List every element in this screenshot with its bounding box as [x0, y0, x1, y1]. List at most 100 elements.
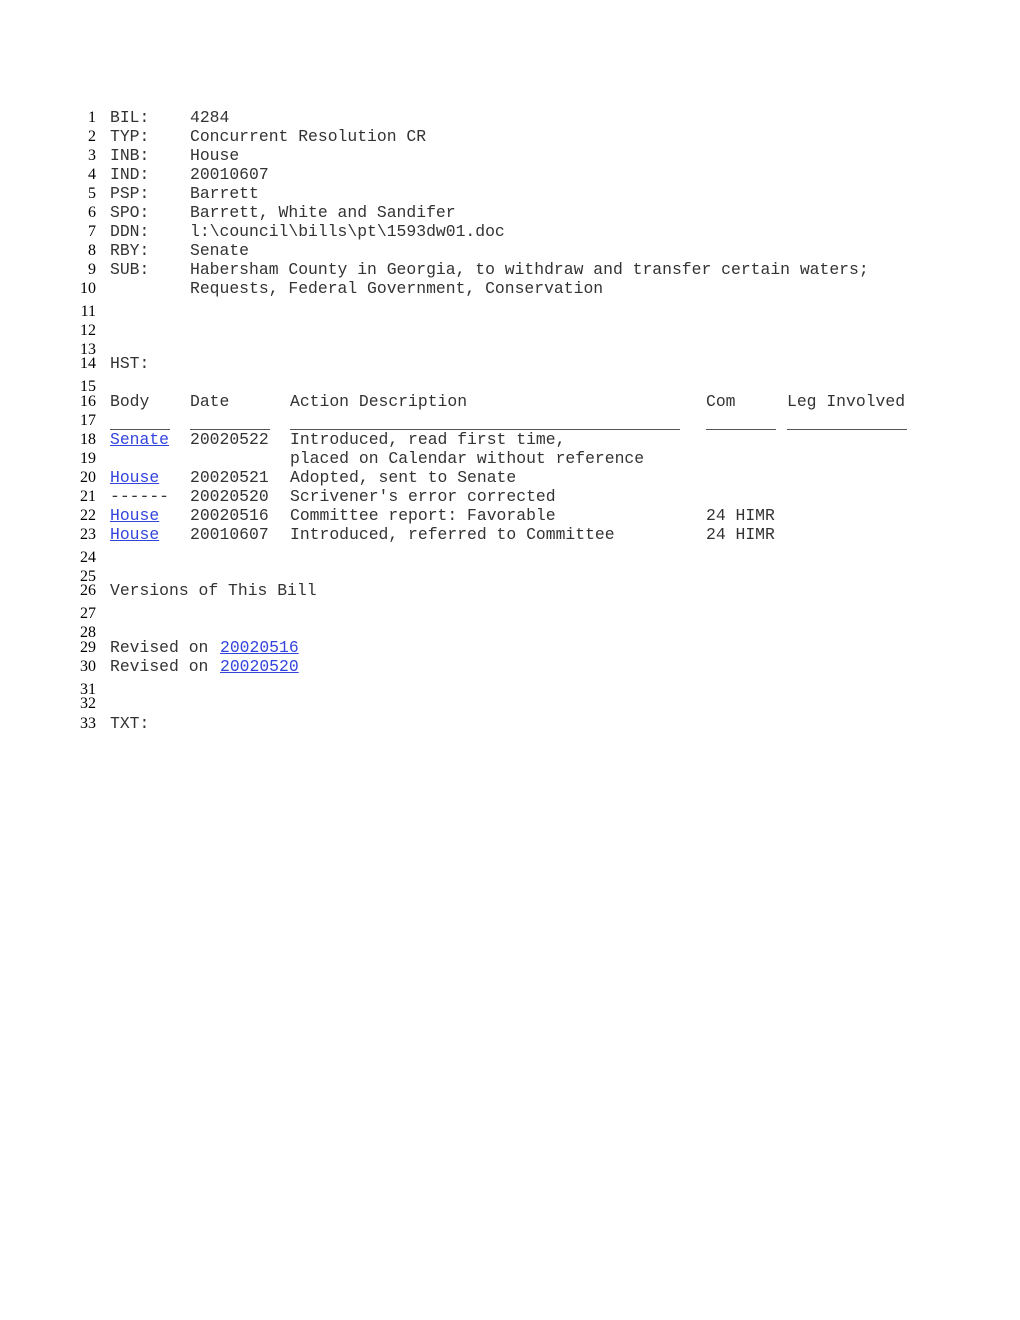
- history-header-rules: 17: [0, 411, 1020, 430]
- line-number: 18: [80, 431, 96, 448]
- row-committee: 24 HIMR: [706, 525, 775, 544]
- row-date: 20020516: [190, 506, 269, 525]
- row-committee: 24 HIMR: [706, 506, 775, 525]
- field-value: House: [190, 146, 240, 165]
- history-row: 21 ------ 20020520 Scrivener's error cor…: [0, 487, 1020, 506]
- line-number: 5: [88, 185, 96, 202]
- line-number: 29: [80, 639, 96, 656]
- field-key: DDN:: [110, 222, 150, 241]
- column-header-leg: Leg Involved: [787, 392, 906, 411]
- version-link[interactable]: 20020520: [220, 657, 299, 676]
- versions-title: Versions of This Bill: [110, 581, 317, 600]
- field-rby: 8 RBY: Senate: [0, 241, 1020, 260]
- history-row: 19 placed on Calendar without reference: [0, 449, 1020, 468]
- line-number: 8: [88, 242, 96, 259]
- field-key: INB:: [110, 146, 150, 165]
- field-key: IND:: [110, 165, 150, 184]
- line-number: 16: [80, 393, 96, 410]
- field-key: TYP:: [110, 127, 150, 146]
- text-section-label: TXT:: [110, 714, 150, 733]
- line-number: 19: [80, 450, 96, 467]
- line-number: 23: [80, 526, 96, 543]
- field-typ: 2 TYP: Concurrent Resolution CR: [0, 127, 1020, 146]
- line-number: 32: [80, 695, 96, 712]
- field-spo: 6 SPO: Barrett, White and Sandifer: [0, 203, 1020, 222]
- field-sub-continued: 10 Requests, Federal Government, Conserv…: [0, 279, 1020, 298]
- line-number: 12: [80, 322, 96, 339]
- history-row: 18 Senate 20020522 Introduced, read firs…: [0, 430, 1020, 449]
- field-value: Requests, Federal Government, Conservati…: [190, 279, 604, 298]
- row-body: ------: [110, 487, 170, 506]
- line-number: 2: [88, 128, 96, 145]
- line-number: 14: [80, 355, 96, 372]
- line-number: 20: [80, 469, 96, 486]
- line-number: 3: [88, 147, 96, 164]
- version-prefix: Revised on: [110, 657, 209, 676]
- line-number: 21: [80, 488, 96, 505]
- body-link-house[interactable]: House: [110, 506, 159, 525]
- row-action: Introduced, read first time,: [290, 430, 566, 449]
- line-number: 7: [88, 223, 96, 240]
- field-ind: 4 IND: 20010607: [0, 165, 1020, 184]
- field-bil: 1 BIL: 4284: [0, 108, 1020, 127]
- field-sub: 9 SUB: Habersham County in Georgia, to w…: [0, 260, 1020, 279]
- field-key: PSP:: [110, 184, 150, 203]
- field-inb: 3 INB: House: [0, 146, 1020, 165]
- line-number: 22: [80, 507, 96, 524]
- field-value: Concurrent Resolution CR: [190, 127, 427, 146]
- line-number: 10: [80, 280, 96, 297]
- column-header-date: Date: [190, 392, 230, 411]
- history-row: 22 House 20020516 Committee report: Favo…: [0, 506, 1020, 525]
- line-number: 27: [80, 605, 96, 622]
- history-row: 23 House 20010607 Introduced, referred t…: [0, 525, 1020, 544]
- body-link-house[interactable]: House: [110, 525, 159, 544]
- field-key: BIL:: [110, 108, 150, 127]
- field-value: l:\council\bills\pt\1593dw01.doc: [190, 222, 505, 241]
- row-action: placed on Calendar without reference: [290, 449, 645, 468]
- row-action: Adopted, sent to Senate: [290, 468, 517, 487]
- line-number: 24: [80, 549, 96, 566]
- row-date: 20020520: [190, 487, 269, 506]
- row-action: Committee report: Favorable: [290, 506, 556, 525]
- row-action: Scrivener's error corrected: [290, 487, 556, 506]
- column-header-body: Body: [110, 392, 150, 411]
- line-number: 17: [80, 412, 96, 429]
- history-label: HST:: [110, 354, 150, 373]
- line-number: 1: [88, 109, 96, 126]
- field-key: RBY:: [110, 241, 150, 260]
- field-value: 20010607: [190, 165, 269, 184]
- history-row: 20 House 20020521 Adopted, sent to Senat…: [0, 468, 1020, 487]
- row-date: 20010607: [190, 525, 269, 544]
- row-date: 20020521: [190, 468, 269, 487]
- field-psp: 5 PSP: Barrett: [0, 184, 1020, 203]
- field-value: Habersham County in Georgia, to withdraw…: [190, 260, 869, 279]
- line-number: 30: [80, 658, 96, 675]
- line-number: 26: [80, 582, 96, 599]
- line-number: 4: [88, 166, 96, 183]
- field-key: SUB:: [110, 260, 150, 279]
- column-header-action: Action Description: [290, 392, 468, 411]
- version-prefix: Revised on: [110, 638, 209, 657]
- body-link-senate[interactable]: Senate: [110, 430, 169, 449]
- line-number: 33: [80, 715, 96, 732]
- history-label-line: 14 HST:: [0, 354, 1020, 373]
- history-table-header: 16 Body Date Action Description Com Leg …: [0, 392, 1020, 411]
- field-value: Senate: [190, 241, 250, 260]
- column-header-com: Com: [706, 392, 736, 411]
- version-link[interactable]: 20020516: [220, 638, 299, 657]
- field-value: Barrett: [190, 184, 259, 203]
- versions-title-line: 26 Versions of This Bill: [0, 581, 1020, 600]
- body-link-house[interactable]: House: [110, 468, 159, 487]
- line-number: 6: [88, 204, 96, 221]
- version-item: 29 Revised on 20020516: [0, 638, 1020, 657]
- field-key: SPO:: [110, 203, 150, 222]
- text-section-line: 33 TXT:: [0, 714, 1020, 733]
- field-value: 4284: [190, 108, 230, 127]
- version-item: 30 Revised on 20020520: [0, 657, 1020, 676]
- line-number: 9: [88, 261, 96, 278]
- row-action: Introduced, referred to Committee: [290, 525, 615, 544]
- field-ddn: 7 DDN: l:\council\bills\pt\1593dw01.doc: [0, 222, 1020, 241]
- row-date: 20020522: [190, 430, 269, 449]
- field-value: Barrett, White and Sandifer: [190, 203, 456, 222]
- line-number: 11: [80, 303, 96, 320]
